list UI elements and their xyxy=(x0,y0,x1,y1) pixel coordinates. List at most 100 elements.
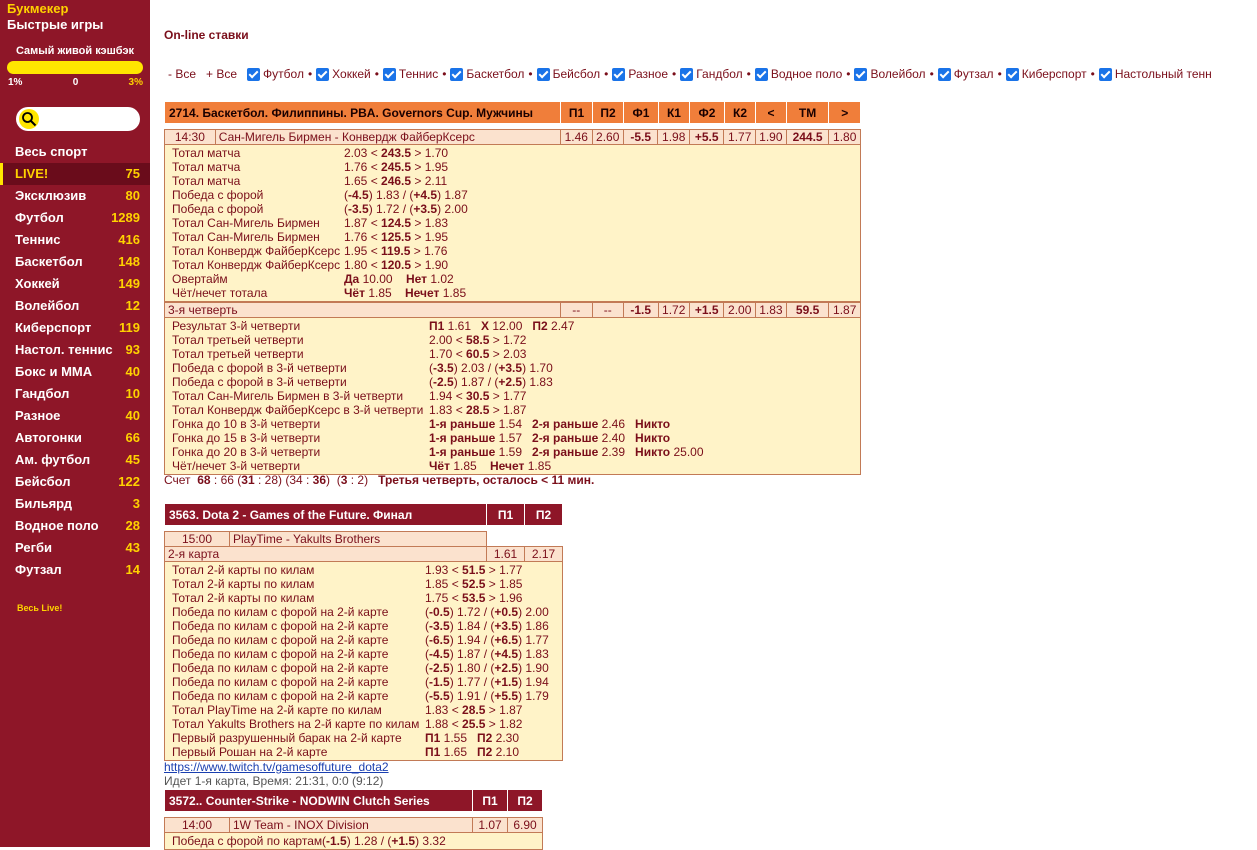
market-odds[interactable]: 1.85 < 52.5 > 1.85 xyxy=(425,577,522,591)
checkbox-checked-icon[interactable] xyxy=(754,67,768,81)
odds-column-header[interactable]: П1 xyxy=(486,503,526,526)
odds-cell[interactable]: 6.90 xyxy=(507,817,543,833)
market-row[interactable]: Результат 3-й четверти П1 1.61 Х 12.00 П2… xyxy=(172,319,860,333)
market-odds[interactable]: П1 1.61 Х 12.00 П2 2.47 xyxy=(429,319,574,333)
market-odds[interactable]: П1 1.65 П2 2.10 xyxy=(425,745,519,759)
checkbox-checked-icon[interactable] xyxy=(316,67,330,81)
sidebar-item-sport[interactable]: Баскетбол 148 xyxy=(0,251,150,273)
odds-cell[interactable]: 1.83 xyxy=(754,302,787,318)
market-odds[interactable]: (-2.5) 1.87 / (+2.5) 1.83 xyxy=(429,375,553,389)
market-odds[interactable]: 1.76 < 245.5 > 1.95 xyxy=(344,160,448,174)
period-row[interactable]: 3-я четверть -- -- -1.5 1.72 +1.5 2.00 1.83 59.… xyxy=(163,302,861,318)
odds-cell[interactable]: -- xyxy=(591,302,624,318)
checkbox-checked-icon[interactable] xyxy=(382,67,396,81)
odds-column-header[interactable]: П1 xyxy=(560,101,593,124)
odds-column-header[interactable]: П2 xyxy=(507,789,543,812)
filter-item[interactable]: Киберспорт • xyxy=(1005,67,1095,81)
search-icon[interactable] xyxy=(19,109,39,129)
filter-item[interactable]: Водное поло • xyxy=(754,67,850,81)
market-odds[interactable]: (-3.5) 1.84 / (+3.5) 1.86 xyxy=(425,619,549,633)
market-odds[interactable]: 2.03 < 243.5 > 1.70 xyxy=(344,146,448,160)
odds-column-header[interactable]: ТМ xyxy=(785,101,830,124)
odds-cell[interactable]: 1.61 xyxy=(486,546,525,562)
market-odds[interactable]: Да 10.00 Нет 1.02 xyxy=(344,272,454,286)
filter-item[interactable]: Гандбол • xyxy=(680,67,751,81)
market-row[interactable]: Тотал матча 1.65 < 246.5 > 2.11 xyxy=(172,174,860,188)
market-row[interactable]: Победа с форой (-3.5) 1.72 / (+3.5) 2.00 xyxy=(172,202,860,216)
filter-item[interactable]: Настольный тенн xyxy=(1098,67,1212,81)
checkbox-checked-icon[interactable] xyxy=(536,67,550,81)
sidebar-item-sport[interactable]: Ам. футбол 45 xyxy=(0,449,150,471)
market-odds[interactable]: (-6.5) 1.94 / (+6.5) 1.77 xyxy=(425,633,549,647)
odds-column-header[interactable]: П1 xyxy=(472,789,508,812)
checkbox-checked-icon[interactable] xyxy=(612,67,626,81)
market-row[interactable]: Тотал 2-й карты по килам 1.75 < 53.5 > 1.… xyxy=(172,591,562,605)
sidebar-item-sport[interactable]: Бокс и MMA 40 xyxy=(0,361,150,383)
filter-plus-all[interactable]: + Все xyxy=(206,67,237,81)
market-odds[interactable]: Чёт 1.85 Нечет 1.85 xyxy=(344,286,466,300)
market-row[interactable]: Победа по килам с форой на 2-й карте (-4.… xyxy=(172,647,562,661)
market-odds[interactable]: (-0.5) 1.72 / (+0.5) 2.00 xyxy=(425,605,549,619)
filter-item[interactable]: Разное • xyxy=(612,67,676,81)
market-row[interactable]: Тотал третьей четверти 2.00 < 58.5 > 1.72 xyxy=(172,333,860,347)
market-row[interactable]: Победа с форой в 3-й четверти (-3.5) 2.03… xyxy=(172,361,860,375)
match-row[interactable]: 15:00 PlayTime - Yakults Brothers xyxy=(164,531,563,547)
sidebar-item-sport[interactable]: Водное поло 28 xyxy=(0,515,150,537)
odds-column-header[interactable]: > xyxy=(828,101,861,124)
filter-item[interactable]: Баскетбол • xyxy=(450,67,533,81)
market-row[interactable]: Тотал Сан-Мигель Бирмен в 3-й четверти 1.… xyxy=(172,389,860,403)
market-row[interactable]: Победа по килам с форой на 2-й карте (-5.… xyxy=(172,689,562,703)
market-odds[interactable]: П1 1.55 П2 2.30 xyxy=(425,731,519,745)
market-row[interactable]: Победа по килам с форой на 2-й карте (-6.… xyxy=(172,633,562,647)
all-live-link[interactable]: Весь Live! xyxy=(17,603,62,613)
sidebar-item-sport[interactable]: Разное 40 xyxy=(0,405,150,427)
match-name[interactable]: 1W Team - INOX Division xyxy=(229,817,473,833)
sidebar-item-sport[interactable]: Регби 43 xyxy=(0,537,150,559)
sidebar-item-sport[interactable]: Теннис 416 xyxy=(0,229,150,251)
market-row[interactable]: Тотал матча 1.76 < 245.5 > 1.95 xyxy=(172,160,860,174)
market-odds[interactable]: 1.70 < 60.5 > 2.03 xyxy=(429,347,526,361)
sidebar-item-sport[interactable]: Бильярд 3 xyxy=(0,493,150,515)
sidebar-item-sport[interactable]: Весь спорт xyxy=(0,141,150,163)
match-name[interactable]: PlayTime - Yakults Brothers xyxy=(229,531,487,547)
market-row[interactable]: Победа с форой (-4.5) 1.83 / (+4.5) 1.87 xyxy=(172,188,860,202)
market-odds[interactable]: 1-я раньше 1.57 2-я раньше 2.40 Никто xyxy=(429,431,670,445)
checkbox-checked-icon[interactable] xyxy=(680,67,694,81)
market-odds[interactable]: (-3.5) 1.72 / (+3.5) 2.00 xyxy=(344,202,468,216)
market-row[interactable]: Победа по килам с форой на 2-й карте (-3.… xyxy=(172,619,562,633)
nav-bookmaker[interactable]: Букмекер xyxy=(7,1,150,17)
market-odds[interactable]: Чёт 1.85 Нечет 1.85 xyxy=(429,459,551,473)
market-row[interactable]: Победа по килам с форой на 2-й карте (-0.… xyxy=(172,605,562,619)
search-input[interactable] xyxy=(16,107,140,131)
odds-cell[interactable]: 1.98 xyxy=(657,129,690,145)
odds-cell[interactable]: +1.5 xyxy=(688,302,725,318)
filter-item[interactable]: Волейбол • xyxy=(854,67,934,81)
sidebar-item-sport[interactable]: Волейбол 12 xyxy=(0,295,150,317)
market-row[interactable]: Тотал Сан-Мигель Бирмен 1.76 < 125.5 > 1.… xyxy=(172,230,860,244)
market-odds[interactable]: 1.76 < 125.5 > 1.95 xyxy=(344,230,448,244)
odds-column-header[interactable]: Ф2 xyxy=(689,101,725,124)
stream-link[interactable]: https://www.twitch.tv/gamesoffuture_dota… xyxy=(164,760,389,774)
market-row[interactable]: Первый разрушенный барак на 2-й карте П1 … xyxy=(172,731,562,745)
filter-item[interactable]: Футзал • xyxy=(937,67,1002,81)
market-row[interactable]: Тотал 2-й карты по килам 1.93 < 51.5 > 1.… xyxy=(172,563,562,577)
market-row[interactable]: Тотал Конвердж ФайберКсерс 1.80 < 120.5 >… xyxy=(172,258,860,272)
market-row[interactable]: Победа с форой по картам (-1.5) 1.28 / (… xyxy=(172,834,542,848)
odds-cell[interactable]: 59.5 xyxy=(785,302,830,318)
sidebar-item-sport[interactable]: Настол. теннис 93 xyxy=(0,339,150,361)
market-odds[interactable]: 2.00 < 58.5 > 1.72 xyxy=(429,333,526,347)
market-row[interactable]: Тотал матча 2.03 < 243.5 > 1.70 xyxy=(172,146,860,160)
odds-cell[interactable]: 1.77 xyxy=(723,129,756,145)
sidebar-item-sport[interactable]: Футбол 1289 xyxy=(0,207,150,229)
market-row[interactable]: Победа по килам с форой на 2-й карте (-2.… xyxy=(172,661,562,675)
odds-cell[interactable]: -5.5 xyxy=(622,129,659,145)
market-odds[interactable]: 1.94 < 30.5 > 1.77 xyxy=(429,389,526,403)
sidebar-item-sport[interactable]: Хоккей 149 xyxy=(0,273,150,295)
odds-cell[interactable]: 2.60 xyxy=(591,129,624,145)
nav-fast-games[interactable]: Быстрые игры xyxy=(7,17,150,33)
market-odds[interactable]: (-4.5) 1.83 / (+4.5) 1.87 xyxy=(344,188,468,202)
market-row[interactable]: Тотал третьей четверти 1.70 < 60.5 > 2.03 xyxy=(172,347,860,361)
market-row[interactable]: Гонка до 10 в 3-й четверти 1-я раньше 1.5… xyxy=(172,417,860,431)
odds-column-header[interactable]: П2 xyxy=(591,101,625,124)
market-odds[interactable]: 1.88 < 25.5 > 1.82 xyxy=(425,717,522,731)
